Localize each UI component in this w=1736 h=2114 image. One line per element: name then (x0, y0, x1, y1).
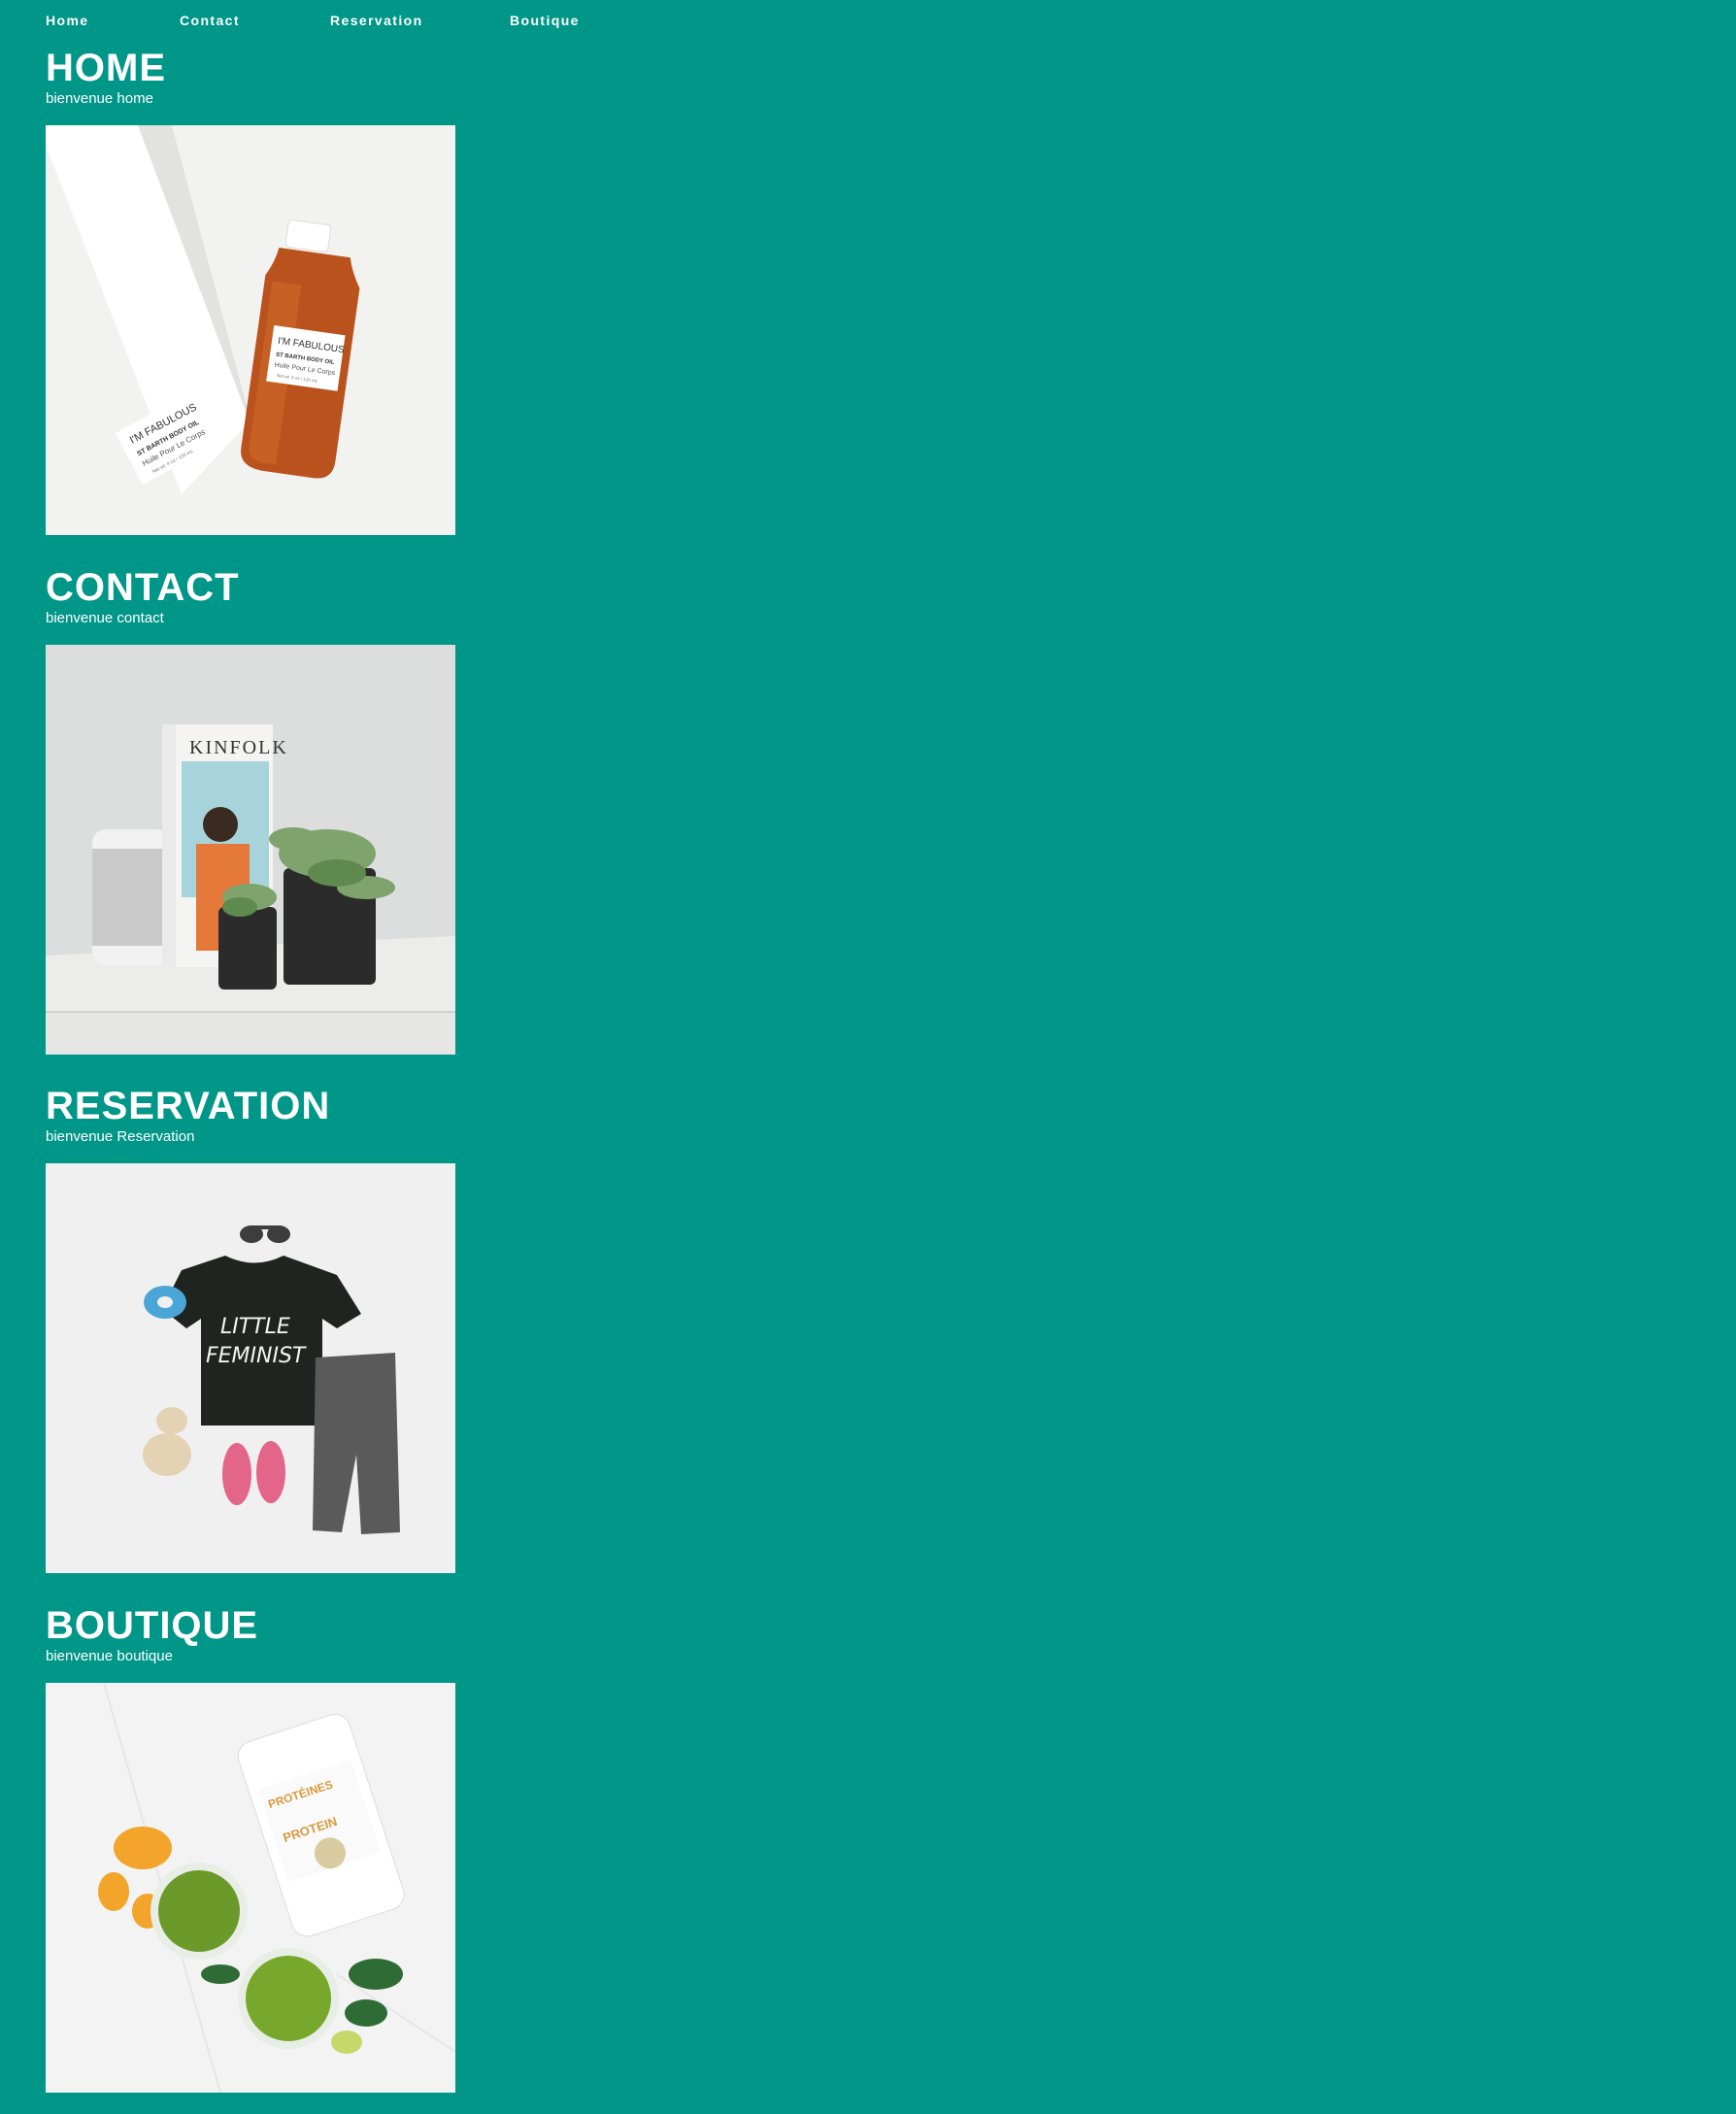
home-photo-body-oil: I'M FABULOUS ST BARTH BODY OIL Huile Pou… (46, 125, 455, 535)
svg-text:FEMINIST: FEMINIST (206, 1344, 307, 1368)
nav-link-contact[interactable]: Contact (180, 12, 240, 29)
kids-outfit-illustration: LITTLE FEMINIST (46, 1163, 455, 1573)
section-subtitle-home: bienvenue home (46, 90, 153, 107)
section-subtitle-boutique: bienvenue boutique (46, 1648, 173, 1664)
section-title-boutique: BOUTIQUE (46, 1604, 259, 1647)
nav-link-home[interactable]: Home (46, 12, 89, 29)
boutique-photo-smoothies: PROTÉINES PROTEIN (46, 1683, 455, 2093)
shelf-illustration: KINFOLK (46, 645, 455, 1055)
body-oil-illustration: I'M FABULOUS ST BARTH BODY OIL Huile Pou… (46, 125, 455, 535)
smoothies-illustration: PROTÉINES PROTEIN (46, 1683, 455, 2093)
section-title-contact: CONTACT (46, 566, 240, 609)
section-subtitle-contact: bienvenue contact (46, 610, 164, 626)
stray-mark (1682, 143, 1684, 144)
section-title-home: HOME (46, 47, 166, 89)
section-subtitle-reservation: bienvenue Reservation (46, 1128, 195, 1145)
section-contact: CONTACT bienvenue contact KINFOLK (46, 565, 455, 1055)
section-boutique: BOUTIQUE bienvenue boutique PROTÉINES PR… (46, 1603, 455, 2093)
section-home: HOME bienvenue home I'M FABULOUS ST BART… (46, 46, 455, 535)
nav-link-boutique[interactable]: Boutique (510, 12, 580, 29)
section-reservation: RESERVATION bienvenue Reservation LITTLE… (46, 1084, 455, 1573)
reservation-photo-kids-outfit: LITTLE FEMINIST (46, 1163, 455, 1573)
svg-text:LITTLE: LITTLE (220, 1315, 290, 1339)
section-title-reservation: RESERVATION (46, 1085, 331, 1127)
svg-text:KINFOLK: KINFOLK (189, 737, 288, 758)
contact-photo-shelf: KINFOLK (46, 645, 455, 1055)
nav-link-reservation[interactable]: Reservation (330, 12, 423, 29)
